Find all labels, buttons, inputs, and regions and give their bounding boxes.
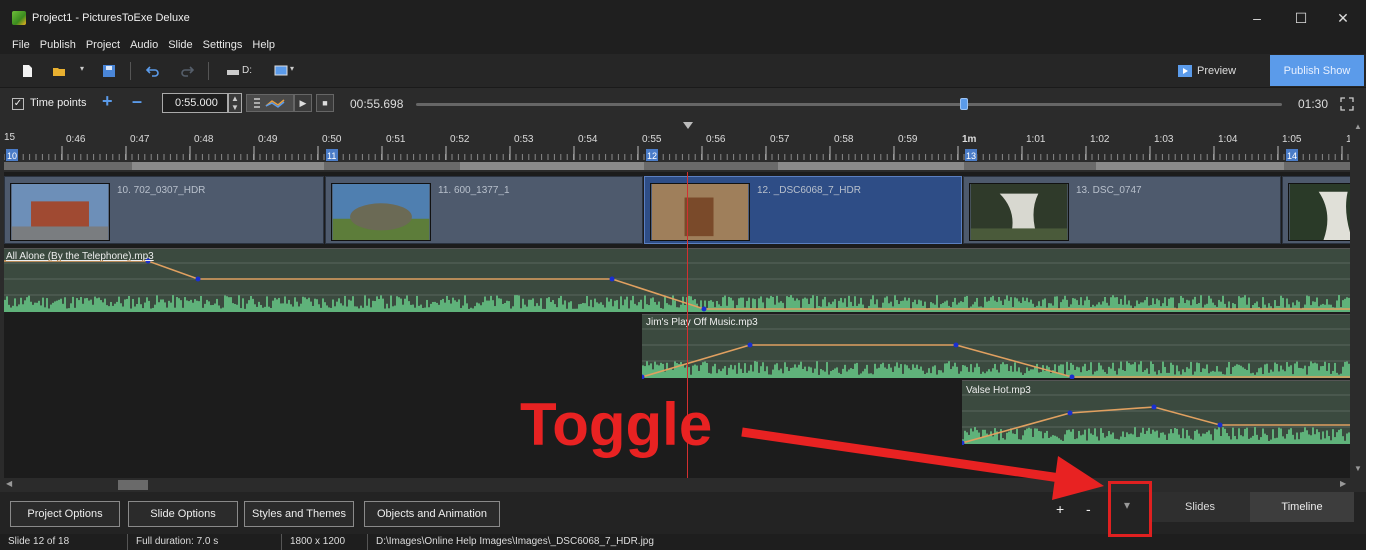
annotation-arrow-icon: [741, 427, 1104, 500]
annotation-highlight-box: [1108, 481, 1152, 537]
